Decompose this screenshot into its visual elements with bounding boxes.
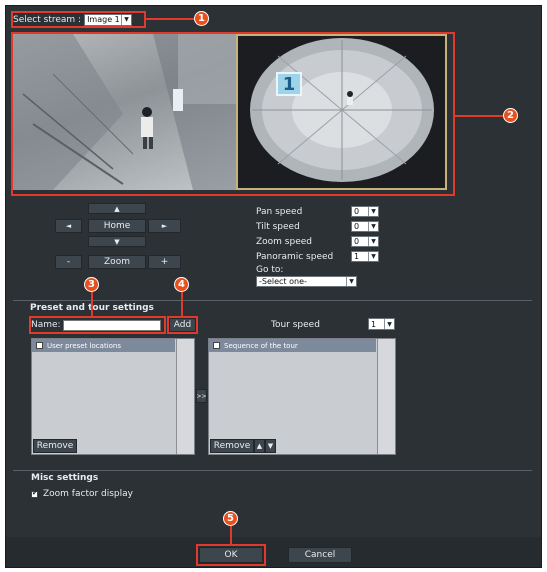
chevron-down-icon: ▼ [384, 319, 394, 329]
zoom-out-button[interactable]: - [55, 255, 82, 269]
move-down-button[interactable]: ▼ [265, 439, 276, 453]
pan-left-button[interactable]: ◄ [55, 219, 82, 233]
speed-settings: Pan speed 0 ▼ Tilt speed 0 ▼ Zoom speed 0 ▼… [256, 204, 386, 287]
callout-2: 2 [503, 108, 518, 123]
tilt-up-button[interactable]: ▲ [88, 203, 146, 214]
callout-line-1 [146, 18, 196, 20]
tilt-speed-value: 0 [354, 222, 360, 231]
highlight-box-5 [196, 544, 266, 566]
chevron-down-icon: ▼ [368, 237, 378, 246]
select-all-tour-checkbox[interactable] [213, 342, 220, 349]
callout-line-2 [455, 115, 503, 117]
home-button[interactable]: Home [88, 219, 146, 233]
chevron-down-icon: ▼ [368, 207, 378, 216]
remove-tour-button[interactable]: Remove [210, 439, 254, 453]
panoramic-speed-value: 1 [354, 252, 360, 261]
tour-speed-value: 1 [371, 319, 377, 329]
callout-3: 3 [84, 277, 99, 292]
zoom-label: Zoom [88, 255, 146, 269]
zoom-display-label: Zoom factor display [43, 489, 133, 499]
tour-actions: Remove ▲ ▼ [210, 439, 276, 453]
panoramic-speed-row: Panoramic speed 1 ▼ [256, 249, 386, 264]
panoramic-speed-select[interactable]: 1 ▼ [351, 251, 379, 262]
cancel-button[interactable]: Cancel [288, 547, 352, 563]
callout-line-5 [230, 526, 232, 544]
misc-title: Misc settings [31, 473, 99, 483]
callout-5: 5 [223, 511, 238, 526]
highlight-box-4 [167, 316, 198, 334]
callout-1: 1 [194, 11, 209, 26]
zoom-speed-select[interactable]: 0 ▼ [351, 236, 379, 247]
zoom-in-button[interactable]: + [148, 255, 181, 269]
zoom-display-checkbox[interactable]: ✔ [31, 488, 38, 498]
pan-speed-select[interactable]: 0 ▼ [351, 206, 379, 217]
select-all-checkbox[interactable] [36, 342, 43, 349]
zoom-speed-label: Zoom speed [256, 236, 312, 247]
tilt-speed-row: Tilt speed 0 ▼ [256, 219, 386, 234]
tilt-down-button[interactable]: ▼ [88, 236, 146, 247]
goto-select[interactable]: -Select one- ▼ [256, 276, 357, 287]
pan-right-button[interactable]: ► [148, 219, 181, 233]
tour-sequence-list-header: Sequence of the tour [209, 339, 376, 352]
highlight-box-3 [29, 316, 166, 334]
pan-speed-value: 0 [354, 207, 360, 216]
tour-sequence-list[interactable]: Sequence of the tour Remove ▲ ▼ [208, 338, 396, 455]
checkmark-icon: ✔ [32, 488, 38, 497]
zoom-speed-value: 0 [354, 237, 360, 246]
pan-speed-label: Pan speed [256, 206, 303, 217]
user-preset-list-header: User preset locations [32, 339, 175, 352]
move-to-tour-button[interactable]: >> [196, 389, 207, 403]
goto-value: -Select one- [259, 277, 307, 286]
tour-sequence-scrollbar[interactable] [377, 339, 395, 454]
tilt-speed-select[interactable]: 0 ▼ [351, 221, 379, 232]
callout-4: 4 [174, 277, 189, 292]
goto-label: Go to: [256, 265, 284, 275]
footer-bar [6, 537, 541, 567]
panoramic-speed-label: Panoramic speed [256, 251, 334, 262]
callout-line-4 [181, 292, 183, 316]
tour-sequence-list-title: Sequence of the tour [224, 341, 298, 350]
tilt-speed-label: Tilt speed [256, 221, 300, 232]
highlight-box-1 [11, 11, 146, 28]
chevron-down-icon: ▼ [368, 222, 378, 231]
user-preset-scrollbar[interactable] [176, 339, 194, 454]
zoom-display-row: ✔ Zoom factor display [31, 489, 133, 499]
tour-speed-label: Tour speed [271, 320, 320, 330]
user-preset-list[interactable]: User preset locations Remove [31, 338, 195, 455]
chevron-down-icon: ▼ [368, 252, 378, 261]
tour-speed-select[interactable]: 1 ▼ [368, 318, 395, 330]
highlight-box-2 [11, 32, 455, 196]
misc-divider [13, 470, 532, 471]
callout-line-3 [91, 292, 93, 316]
user-preset-list-title: User preset locations [47, 341, 121, 350]
pan-speed-row: Pan speed 0 ▼ [256, 204, 386, 219]
remove-preset-button[interactable]: Remove [33, 439, 77, 453]
chevron-down-icon: ▼ [346, 277, 356, 286]
zoom-speed-row: Zoom speed 0 ▼ [256, 234, 386, 249]
move-up-button[interactable]: ▲ [254, 439, 265, 453]
